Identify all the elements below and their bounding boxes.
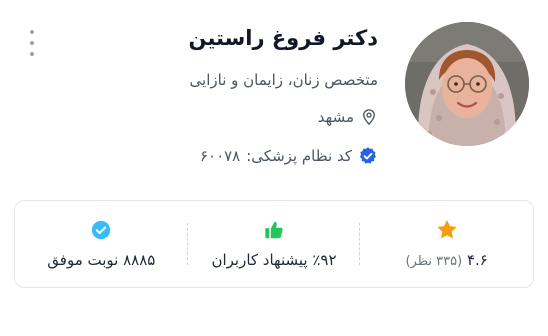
more-options-button[interactable]	[22, 30, 42, 56]
license-number: ۶۰۰۷۸	[199, 147, 241, 165]
stat-appointments: ۸۸۸۵ نوبت موفق	[15, 201, 188, 287]
more-dot-icon	[30, 52, 34, 56]
appointments-text: ۸۸۸۵ نوبت موفق	[47, 251, 156, 269]
rating-reviews: (۳۳۵ نظر)	[405, 254, 463, 269]
doctor-stats: ۴.۶ (۳۳۵ نظر) ٪۹۲ پیشنهاد کاربران ۸۸۸۵ ن…	[14, 200, 534, 288]
check-circle-icon	[90, 219, 112, 241]
more-dot-icon	[30, 41, 34, 45]
location-pin-icon	[360, 108, 378, 126]
star-icon	[436, 219, 458, 241]
license-label: کد نظام پزشکی:	[246, 147, 352, 165]
recommendation-text: ٪۹۲ پیشنهاد کاربران	[211, 251, 337, 269]
doctor-specialty: متخصص زنان، زایمان و نازایی	[189, 71, 378, 89]
rating-text: ۴.۶ (۳۳۵ نظر)	[405, 251, 487, 269]
doctor-profile-card: دکتر فروغ راستین متخصص زنان، زایمان و نا…	[0, 0, 548, 336]
avatar[interactable]	[405, 22, 529, 146]
verified-badge-icon	[358, 146, 378, 166]
rating-value: ۴.۶	[466, 251, 488, 269]
more-dot-icon	[30, 30, 34, 34]
stat-recommendation: ٪۹۲ پیشنهاد کاربران	[188, 201, 361, 287]
thumbs-up-icon	[263, 219, 285, 241]
doctor-location: مشهد	[318, 108, 378, 126]
city-label: مشهد	[317, 108, 354, 126]
doctor-name: دکتر فروغ راستین	[188, 26, 378, 50]
doctor-photo-image	[405, 22, 529, 146]
stat-rating: ۴.۶ (۳۳۵ نظر)	[360, 201, 533, 287]
medical-license: کد نظام پزشکی: ۶۰۰۷۸	[200, 146, 378, 166]
